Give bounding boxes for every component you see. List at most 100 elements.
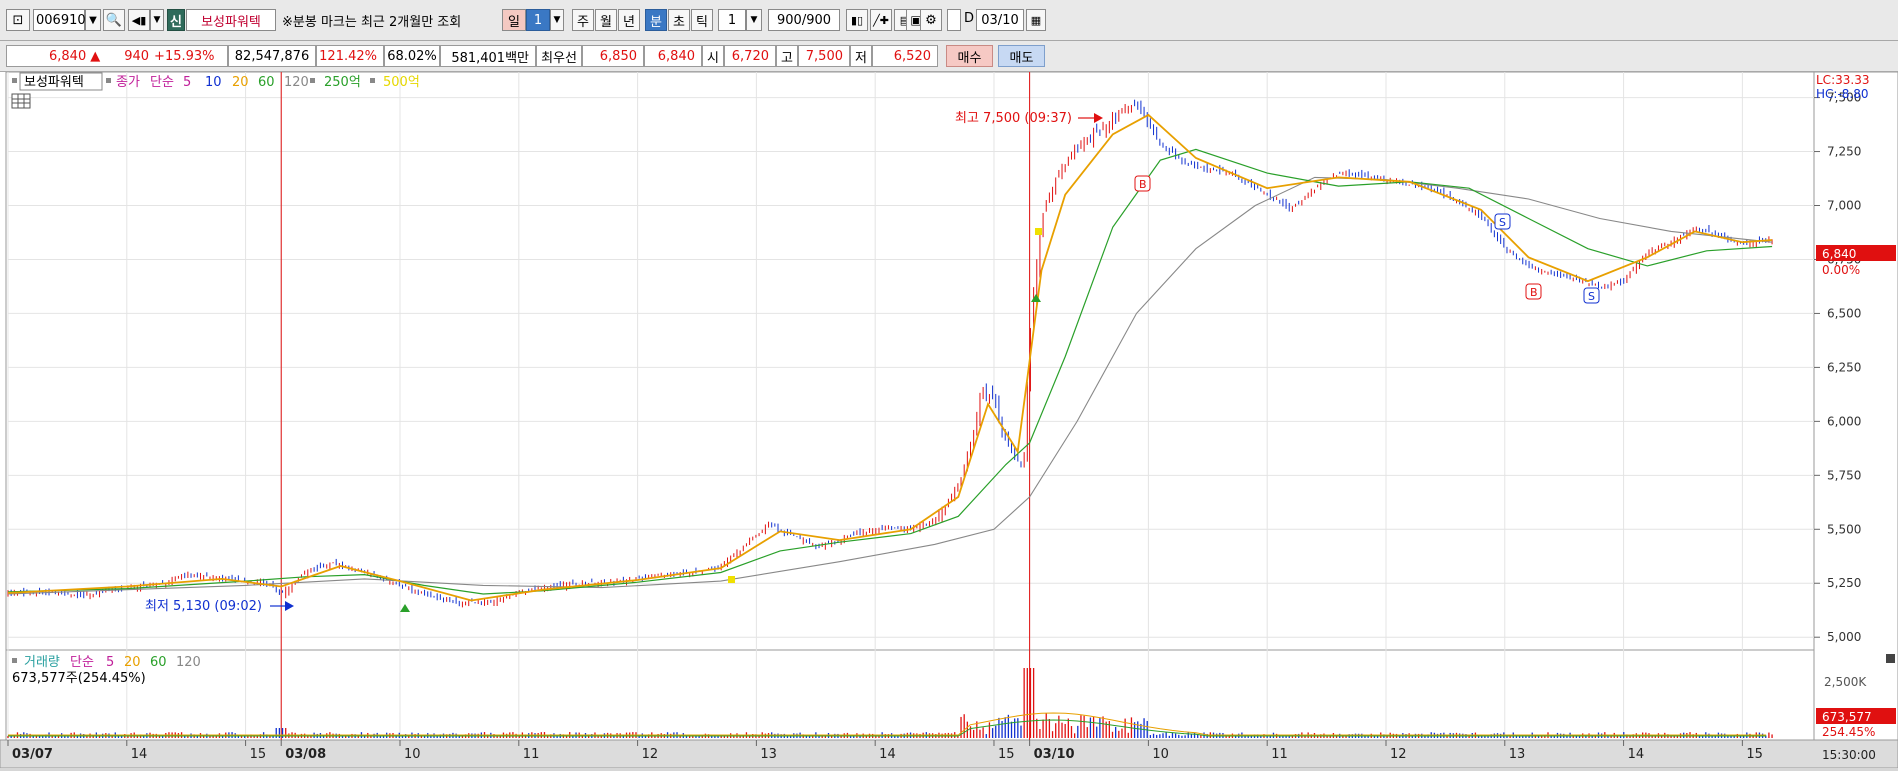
window-menu-icon[interactable]: ⊡ (6, 9, 30, 31)
legend-ma120: 120 (284, 75, 309, 90)
time-tick-label: 11 (523, 747, 540, 762)
legend-close: 종가 (116, 75, 140, 90)
time-tick-label: 15 (1746, 747, 1763, 762)
tab-minute[interactable]: 분 (645, 9, 667, 31)
sell-button[interactable]: 매도 (998, 45, 1045, 67)
price-tick-label: 7,250 (1827, 145, 1861, 159)
date-checkbox[interactable] (947, 9, 961, 31)
legend-ma60: 60 (258, 75, 275, 90)
volume-badge-text: 673,577 (1822, 710, 1872, 724)
best-label: 최우선 (536, 45, 582, 67)
shin-badge: 신 (167, 9, 185, 31)
speaker-icon[interactable]: ◀▮ (128, 9, 150, 31)
buy-marker[interactable]: B (1525, 283, 1542, 300)
legend-vol-ma5: 5 (106, 655, 114, 670)
price-change-pct: +15.93% (154, 48, 215, 64)
low-annotation: 최저 5,130 (09:02) (145, 599, 262, 614)
tab-tick[interactable]: 틱 (691, 9, 713, 31)
svg-text:B: B (1530, 286, 1538, 299)
price-panel-frame (5, 71, 1815, 651)
svg-text:B: B (1139, 178, 1147, 191)
sell-marker[interactable]: S (1583, 287, 1600, 304)
tab-month[interactable]: 월 (595, 9, 617, 31)
calendar-icon[interactable]: ▦ (1026, 9, 1046, 31)
up-arrow-icon: ▲ (90, 48, 101, 64)
high-price: 7,500 (798, 45, 850, 67)
tab-week[interactable]: 주 (572, 9, 594, 31)
chart-area[interactable]: 5,0005,2505,5005,7506,0006,2506,5006,750… (0, 71, 1898, 769)
tab-day[interactable]: 일 (502, 9, 526, 31)
chevron-down-icon[interactable]: ▼ (150, 9, 164, 31)
stock-name-field[interactable]: 보성파워텍 (186, 9, 276, 31)
legend-bullet (12, 658, 17, 663)
legend-bullet (370, 78, 375, 83)
day-count-select[interactable]: 1 (526, 9, 550, 31)
trade-amount: 581,401백만 (440, 45, 536, 67)
chevron-down-icon[interactable]: ▼ (550, 9, 564, 31)
time-tick-label: 15 (998, 747, 1015, 762)
gear-icon[interactable]: ⚙ (920, 9, 942, 31)
stock-code-input[interactable]: 006910 (33, 9, 86, 31)
quote-bar: 6,840 ▲ 940 +15.93% 82,547,876 121.42% 6… (0, 41, 1898, 72)
low-label: 저 (850, 45, 872, 67)
buy-button[interactable]: 매수 (946, 45, 993, 67)
lc-label: LC:33.33 (1816, 73, 1869, 87)
legend-volume: 거래량 (24, 655, 60, 670)
draw-tool-icon[interactable]: ╱✚ (870, 9, 892, 31)
count-value: 900 (776, 12, 802, 28)
date-input[interactable]: 03/10 (976, 9, 1024, 31)
time-tick-label: 14 (879, 747, 896, 762)
legend-stock-name: 보성파워텍 (24, 75, 84, 90)
low-price: 6,520 (872, 45, 938, 67)
open-price: 6,720 (724, 45, 776, 67)
open-label: 시 (702, 45, 724, 67)
tab-second[interactable]: 초 (668, 9, 690, 31)
sell-marker[interactable]: S (1494, 213, 1511, 230)
date-label: D (964, 11, 975, 26)
count-total: /900 (801, 12, 832, 28)
time-tick-label: 13 (760, 747, 777, 762)
time-tick-label: 03/07 (12, 747, 53, 762)
search-icon[interactable]: 🔍 (103, 9, 125, 31)
legend-bullet (12, 78, 17, 83)
buy-marker[interactable]: B (1134, 175, 1151, 192)
time-tick-label: 10 (404, 747, 421, 762)
price-change: 940 (124, 48, 150, 64)
candle-type-icon[interactable]: ▮▯ (846, 9, 868, 31)
interval-input[interactable]: 1 (718, 9, 746, 31)
volume-ratio: 121.42% (316, 45, 384, 67)
volume-pct-label: 254.45% (1822, 725, 1875, 739)
chevron-down-icon[interactable]: ▼ (85, 9, 101, 31)
legend-ma20: 20 (232, 75, 249, 90)
legend-bullet (106, 78, 111, 83)
best-ask: 6,850 (582, 45, 644, 67)
time-tick-label: 14 (131, 747, 148, 762)
event-marker (1035, 228, 1042, 235)
chevron-down-icon[interactable]: ▼ (746, 9, 762, 31)
high-label: 고 (776, 45, 798, 67)
volume-box: 82,547,876 (228, 45, 316, 67)
legend-vol-ma-type: 단순 (70, 655, 94, 670)
time-tick-label: 11 (1271, 747, 1288, 762)
svg-text:S: S (1499, 216, 1506, 229)
price-badge-text: 6,840 (1822, 247, 1856, 261)
time-tick-label: 15 (250, 747, 267, 762)
legend-vol-ma60: 60 (150, 655, 167, 670)
legend-vol-ma120: 120 (176, 655, 201, 670)
count-input[interactable]: 900/900 (768, 9, 840, 31)
notice-text: ※분봉 마크는 최근 2개월만 조회 (282, 15, 462, 30)
legend-250: 250억 (324, 75, 361, 90)
time-tick-label: 13 (1509, 747, 1526, 762)
high-annotation: 최고 7,500 (09:37) (955, 111, 1072, 126)
time-tick-label: 14 (1628, 747, 1645, 762)
price-tick-label: 5,750 (1827, 468, 1861, 482)
current-time: 15:30:00 (1822, 748, 1876, 762)
tab-year[interactable]: 년 (618, 9, 640, 31)
svg-text:S: S (1588, 290, 1595, 303)
price-pct-label: 0.00% (1822, 263, 1860, 277)
time-tick-label: 12 (642, 747, 659, 762)
table-icon[interactable] (11, 93, 31, 109)
panel-toggle-icon[interactable] (1886, 654, 1895, 663)
price-tick-label: 6,250 (1827, 360, 1861, 374)
stock-chart[interactable]: 5,0005,2505,5005,7506,0006,2506,5006,750… (0, 71, 1898, 769)
